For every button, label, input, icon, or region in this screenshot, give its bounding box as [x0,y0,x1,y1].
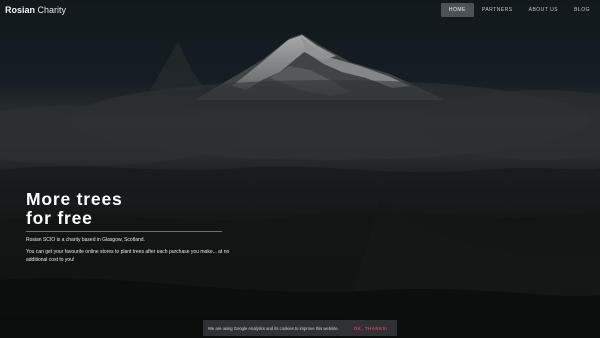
cookie-consent-banner: We are using Google Analytics and its co… [203,320,397,336]
nav-item-blog[interactable]: BLOG [566,3,598,17]
hero-title-line-1: More trees [26,189,123,209]
site-logo[interactable]: Rosian Charity [5,4,66,16]
cookie-message: We are using Google Analytics and its co… [208,325,339,331]
nav-item-about-us[interactable]: ABOUT US [521,3,566,17]
hero-divider [26,231,222,232]
hero-description-line-1: You can get your favourite online stores… [26,249,230,255]
nav-item-home[interactable]: HOME [440,3,474,17]
brand-name-light: Charity [37,5,67,15]
brand-name-bold: Rosian [5,5,36,15]
nav-menu: HOME PARTNERS ABOUT US BLOG [440,3,598,17]
hero-background-image [0,0,600,338]
cookie-accept-button[interactable]: OK, THANKS! [354,326,388,331]
hero-description-line-2: additional cost to you! [26,257,75,263]
hero-tagline: Rosian SCIO is a charity based in Glasgo… [26,237,145,243]
nav-item-partners[interactable]: PARTNERS [474,3,521,17]
hero-title-line-2: for free [26,208,93,228]
hero-title: More trees for free [26,190,256,228]
top-navbar: Rosian Charity HOME PARTNERS ABOUT US BL… [0,0,600,22]
hero-section: More trees for free Rosian SCIO is a cha… [26,190,256,264]
